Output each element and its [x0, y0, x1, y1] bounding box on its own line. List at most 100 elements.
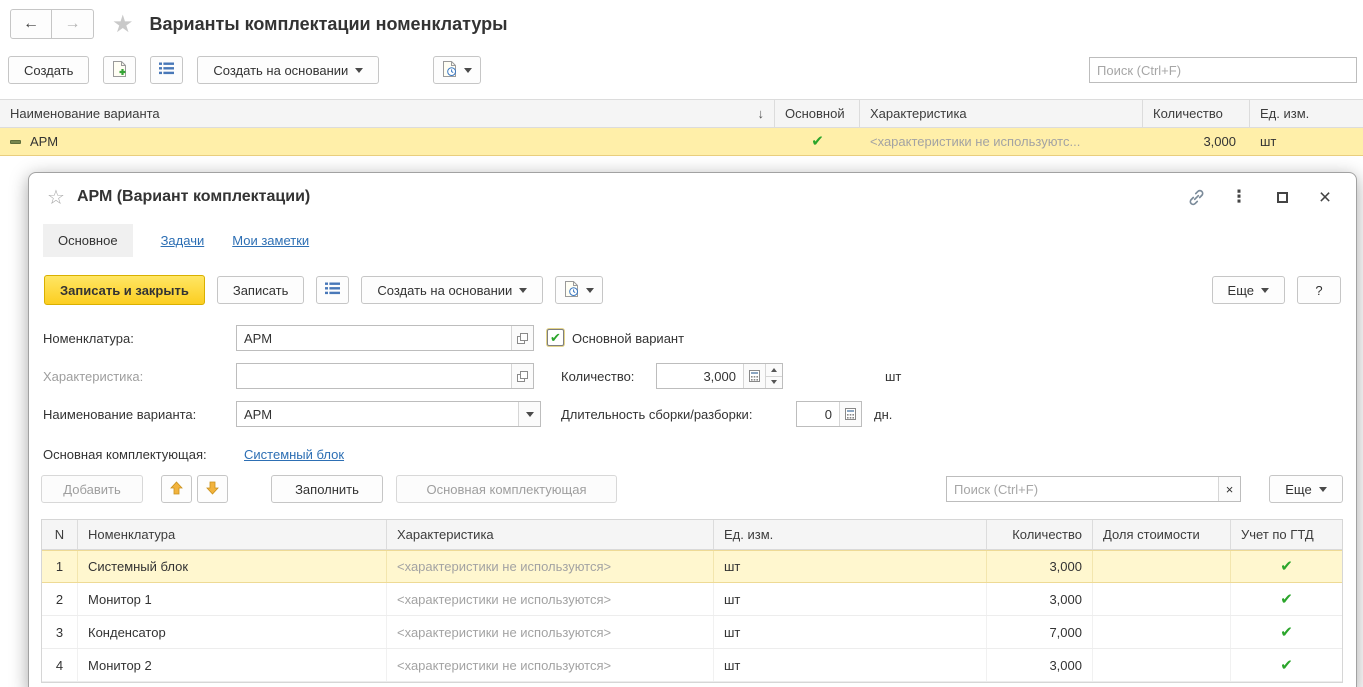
- more-label: Еще: [1285, 482, 1311, 497]
- dropdown-button[interactable]: [518, 402, 540, 426]
- quantity-stepper: [765, 364, 782, 388]
- copy-button[interactable]: [103, 56, 136, 84]
- cell-nomenclature: Монитор 2: [78, 649, 387, 681]
- list-icon: [325, 282, 340, 298]
- close-icon[interactable]: ×: [1316, 188, 1334, 206]
- create-button[interactable]: Создать: [8, 56, 89, 84]
- search-input[interactable]: [947, 477, 1218, 501]
- nomenclature-input[interactable]: [237, 326, 511, 350]
- page-title: Варианты комплектации номенклатуры: [150, 14, 508, 35]
- variant-name-field-box: [236, 401, 541, 427]
- main-component-link[interactable]: Системный блок: [244, 447, 344, 462]
- qty-input[interactable]: [657, 364, 743, 388]
- cell-unit: шт: [714, 583, 987, 615]
- duration-input[interactable]: [797, 402, 839, 426]
- list-settings-button[interactable]: [150, 56, 183, 84]
- picker-icon[interactable]: [511, 326, 533, 350]
- cell-unit: шт: [714, 649, 987, 681]
- column-header-main[interactable]: Основной: [775, 100, 860, 127]
- app-window: ← → ★ Варианты комплектации номенклатуры…: [0, 0, 1363, 687]
- add-button[interactable]: Добавить: [41, 475, 143, 503]
- cell-gtd: ✔: [1231, 583, 1342, 615]
- cell-nomenclature: Монитор 1: [78, 583, 387, 615]
- list-toolbar: Создать Создать на основании: [0, 52, 1363, 88]
- cell-n: 4: [42, 649, 78, 681]
- cell-characteristic: <характеристики не используются>: [387, 551, 714, 582]
- table-row[interactable]: 4 Монитор 2 <характеристики не использую…: [42, 649, 1342, 682]
- column-header-qty[interactable]: Количество: [987, 520, 1093, 549]
- characteristic-field-box: [236, 363, 534, 389]
- table-row[interactable]: 1 Системный блок <характеристики не испо…: [42, 550, 1342, 583]
- characteristic-input[interactable]: [237, 364, 511, 388]
- dialog-header: ☆ АРМ (Вариант комплектации) ⋮ ×: [29, 173, 1356, 221]
- column-header-characteristic[interactable]: Характеристика: [860, 100, 1143, 127]
- column-header-nomenclature[interactable]: Номенклатура: [78, 520, 387, 549]
- tab-main[interactable]: Основное: [43, 224, 133, 257]
- main-variant-checkbox[interactable]: ✔: [547, 329, 564, 346]
- column-header-qty[interactable]: Количество: [1143, 100, 1250, 127]
- cell-qty: 7,000: [987, 616, 1093, 648]
- table-row[interactable]: 3 Конденсатор <характеристики не использ…: [42, 616, 1342, 649]
- variant-name-input[interactable]: [237, 402, 518, 426]
- chevron-down-icon: [586, 288, 594, 293]
- variant-dialog: ☆ АРМ (Вариант комплектации) ⋮ × Основно…: [28, 172, 1357, 687]
- create-based-on-button[interactable]: Создать на основании: [361, 276, 543, 304]
- table-row[interactable]: 2 Монитор 1 <характеристики не использую…: [42, 583, 1342, 616]
- table-row[interactable]: АРМ ✔ <характеристики не используютс... …: [0, 128, 1363, 156]
- link-icon[interactable]: [1187, 188, 1205, 206]
- main-component-button[interactable]: Основная комплектующая: [396, 475, 617, 503]
- cell-cost-share: [1093, 649, 1231, 681]
- move-up-button[interactable]: [161, 475, 192, 503]
- column-header-unit[interactable]: Ед. изм.: [714, 520, 987, 549]
- cell-n: 1: [42, 551, 78, 582]
- document-actions-dropdown[interactable]: [433, 56, 481, 84]
- document-actions-dropdown[interactable]: [555, 276, 603, 304]
- create-based-on-button[interactable]: Создать на основании: [197, 56, 379, 84]
- maximize-icon[interactable]: [1273, 188, 1291, 206]
- components-toolbar: Добавить Заполнить Основная комплектующа…: [29, 475, 1356, 505]
- forward-button[interactable]: →: [52, 9, 94, 39]
- column-header-name[interactable]: Наименование варианта ↓: [0, 100, 775, 127]
- cell-gtd: ✔: [1231, 551, 1342, 582]
- document-plus-icon: [112, 61, 127, 80]
- tab-tasks[interactable]: Задачи: [161, 233, 205, 248]
- cell-nomenclature: Конденсатор: [78, 616, 387, 648]
- duration-unit-label: дн.: [874, 407, 892, 422]
- more-button[interactable]: Еще: [1212, 276, 1285, 304]
- clear-search-icon[interactable]: ×: [1218, 477, 1240, 501]
- create-based-on-label: Создать на основании: [377, 283, 512, 298]
- gtd-check-icon: ✔: [1280, 625, 1293, 640]
- more-menu-icon[interactable]: ⋮: [1230, 188, 1248, 206]
- form-row-variant-name: Наименование варианта: Длительность сбор…: [29, 401, 1356, 427]
- favorite-star-icon[interactable]: ☆: [47, 185, 65, 210]
- picker-icon[interactable]: [511, 364, 533, 388]
- calculator-icon[interactable]: [743, 364, 765, 388]
- cell-characteristic: <характеристики не используютс...: [860, 128, 1143, 155]
- fill-button[interactable]: Заполнить: [271, 475, 383, 503]
- column-header-unit[interactable]: Ед. изм.: [1250, 100, 1363, 127]
- search-input[interactable]: [1090, 58, 1356, 82]
- help-button[interactable]: ?: [1297, 276, 1341, 304]
- column-header-characteristic[interactable]: Характеристика: [387, 520, 714, 549]
- calculator-icon[interactable]: [839, 402, 861, 426]
- list-icon: [159, 62, 174, 78]
- back-button[interactable]: ←: [10, 9, 52, 39]
- dialog-tabs: Основное Задачи Мои заметки: [29, 221, 1356, 259]
- tab-notes[interactable]: Мои заметки: [232, 233, 309, 248]
- qty-field-box: [656, 363, 783, 389]
- gtd-check-icon: ✔: [1280, 658, 1293, 673]
- arrow-up-icon: [170, 481, 183, 498]
- column-header-n[interactable]: N: [42, 520, 78, 549]
- spin-up-button[interactable]: [766, 364, 782, 376]
- list-item-icon: [10, 140, 21, 144]
- list-settings-button[interactable]: [316, 276, 349, 304]
- move-down-button[interactable]: [197, 475, 228, 503]
- save-close-button[interactable]: Записать и закрыть: [44, 275, 205, 305]
- chevron-down-icon: [526, 412, 534, 417]
- more-button[interactable]: Еще: [1269, 475, 1343, 503]
- save-button[interactable]: Записать: [217, 276, 305, 304]
- favorite-star-icon[interactable]: ★: [112, 10, 134, 39]
- column-header-gtd[interactable]: Учет по ГТД: [1231, 520, 1342, 549]
- spin-down-button[interactable]: [766, 376, 782, 389]
- column-header-cost-share[interactable]: Доля стоимости: [1093, 520, 1231, 549]
